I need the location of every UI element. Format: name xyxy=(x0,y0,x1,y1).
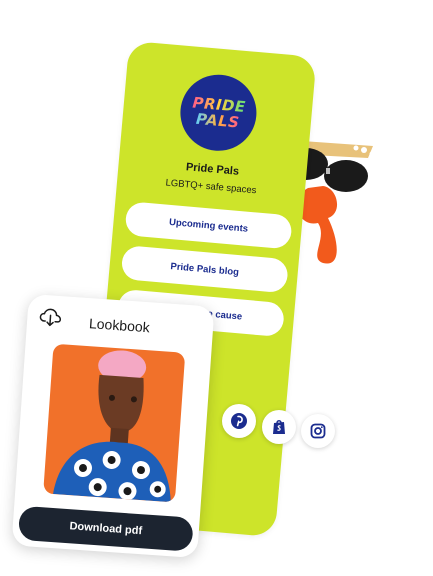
person-illustration xyxy=(53,350,171,503)
logo-text-line2: PALS xyxy=(195,109,241,132)
shopify-button[interactable] xyxy=(262,410,296,444)
lookbook-card: Lookbook Download pdf xyxy=(11,293,215,559)
model-photo xyxy=(43,343,186,503)
download-pdf-button[interactable]: Download pdf xyxy=(17,505,194,552)
link-button-upcoming-events[interactable]: Upcoming events xyxy=(124,201,293,250)
lookbook-title: Lookbook xyxy=(88,315,151,336)
shopify-icon xyxy=(273,420,285,434)
pinterest-icon xyxy=(231,413,247,429)
cloud-download-icon[interactable] xyxy=(39,307,62,328)
pride-pals-logo: PRIDE PALS xyxy=(177,71,260,154)
instagram-icon xyxy=(310,423,326,439)
instagram-button[interactable] xyxy=(301,414,335,448)
link-button-blog[interactable]: Pride Pals blog xyxy=(120,244,289,294)
pinterest-button[interactable] xyxy=(222,404,256,438)
